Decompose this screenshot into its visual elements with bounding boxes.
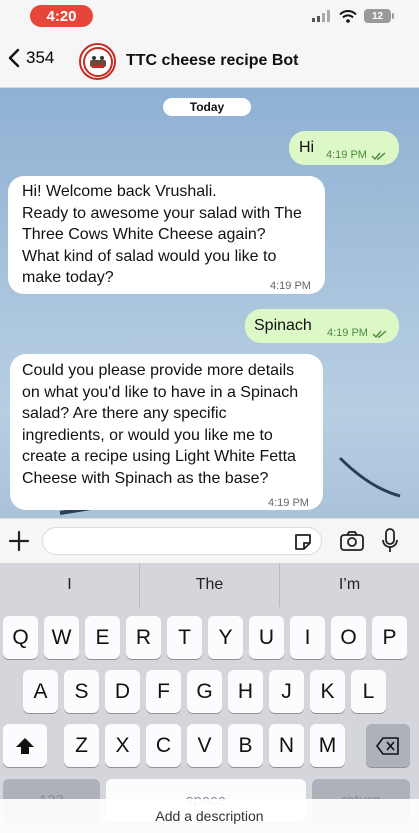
key-m[interactable]: M — [310, 724, 345, 767]
message-line: make today? — [22, 269, 114, 286]
key-f[interactable]: F — [146, 670, 181, 713]
key-g[interactable]: G — [187, 670, 222, 713]
chevron-left-icon — [8, 48, 20, 68]
message-input[interactable] — [42, 527, 322, 555]
key-j[interactable]: J — [269, 670, 304, 713]
message-text: Spinach — [254, 317, 312, 334]
key-i[interactable]: I — [290, 616, 325, 659]
key-c[interactable]: C — [146, 724, 181, 767]
key-a[interactable]: A — [23, 670, 58, 713]
bot-avatar[interactable] — [79, 43, 116, 80]
message-line: Three Cows White Cheese again? — [22, 226, 266, 243]
backspace-icon — [376, 736, 399, 755]
double-check-icon — [372, 330, 387, 338]
message-line: Cheese with Spinach as the base? — [22, 469, 269, 487]
status-time: 4:20 — [30, 5, 93, 27]
delete-key[interactable] — [366, 724, 410, 767]
key-k[interactable]: K — [310, 670, 345, 713]
message-time: 4:19 PM — [326, 149, 367, 161]
chat-header: 354 TTC cheese recipe Bot — [0, 34, 419, 88]
outgoing-message[interactable]: Spinach 4:19 PM — [245, 309, 399, 343]
chat-area[interactable]: Today Hi 4:19 PM Hi! Welcome back Vrusha… — [0, 88, 419, 518]
key-b[interactable]: B — [228, 724, 263, 767]
message-line: Ready to awesome your salad with The — [22, 204, 302, 222]
message-time: 4:19 PM — [270, 280, 311, 292]
cow-logo-icon — [82, 46, 113, 77]
key-r[interactable]: R — [126, 616, 161, 659]
shift-key[interactable] — [3, 724, 47, 767]
key-u[interactable]: U — [249, 616, 284, 659]
message-line: ingredients, or would you like me to — [22, 426, 273, 444]
key-z[interactable]: Z — [64, 724, 99, 767]
message-line: create a recipe using Light White Fetta — [22, 448, 296, 465]
message-line: salad? Are there any specific — [22, 405, 227, 422]
key-d[interactable]: D — [105, 670, 140, 713]
key-e[interactable]: E — [85, 616, 120, 659]
key-x[interactable]: X — [105, 724, 140, 767]
shift-icon — [16, 737, 34, 754]
predictive-suggestions: I The I’m — [0, 563, 419, 607]
microphone-icon[interactable] — [381, 528, 399, 554]
message-text: Hi — [299, 139, 315, 156]
message-line: Could you please provide more details — [22, 362, 295, 379]
key-y[interactable]: Y — [208, 616, 243, 659]
description-field[interactable]: Add a description — [0, 799, 419, 833]
key-p[interactable]: P — [372, 616, 407, 659]
sticker-icon[interactable] — [293, 532, 313, 552]
outgoing-message[interactable]: Hi 4:19 PM — [289, 131, 399, 165]
message-line: Hi! Welcome back Vrushali. — [22, 183, 217, 200]
key-s[interactable]: S — [64, 670, 99, 713]
battery-icon: 12 — [364, 9, 394, 23]
camera-icon[interactable] — [340, 531, 364, 551]
incoming-message[interactable]: Hi! Welcome back Vrushali. Ready to awes… — [8, 176, 325, 294]
key-q[interactable]: Q — [3, 616, 38, 659]
keyboard: I The I’m Q W E R T Y U I O P A S D F G … — [0, 563, 419, 833]
key-v[interactable]: V — [187, 724, 222, 767]
date-separator: Today — [163, 98, 251, 116]
status-bar: 4:20 12 — [0, 0, 419, 34]
wifi-icon — [339, 9, 357, 23]
incoming-message[interactable]: Could you please provide more details on… — [10, 354, 323, 510]
signal-icon — [312, 10, 330, 22]
message-time: 4:19 PM — [268, 497, 309, 509]
chat-title[interactable]: TTC cheese recipe Bot — [126, 52, 299, 70]
double-check-icon — [371, 152, 386, 160]
message-time: 4:19 PM — [327, 327, 368, 339]
suggestion-item[interactable]: I’m — [280, 563, 419, 607]
attach-plus-icon[interactable] — [8, 530, 30, 552]
key-h[interactable]: H — [228, 670, 263, 713]
suggestion-item[interactable]: I — [0, 563, 140, 607]
message-line: What kind of salad would you like to — [22, 247, 277, 265]
key-w[interactable]: W — [44, 616, 79, 659]
key-o[interactable]: O — [331, 616, 366, 659]
key-n[interactable]: N — [269, 724, 304, 767]
key-t[interactable]: T — [167, 616, 202, 659]
back-button[interactable]: 354 — [8, 48, 54, 68]
message-line: on what you'd like to have in a Spinach — [22, 383, 299, 401]
message-composer — [0, 518, 419, 563]
key-l[interactable]: L — [351, 670, 386, 713]
unread-count: 354 — [26, 48, 55, 67]
suggestion-item[interactable]: The — [140, 563, 280, 607]
